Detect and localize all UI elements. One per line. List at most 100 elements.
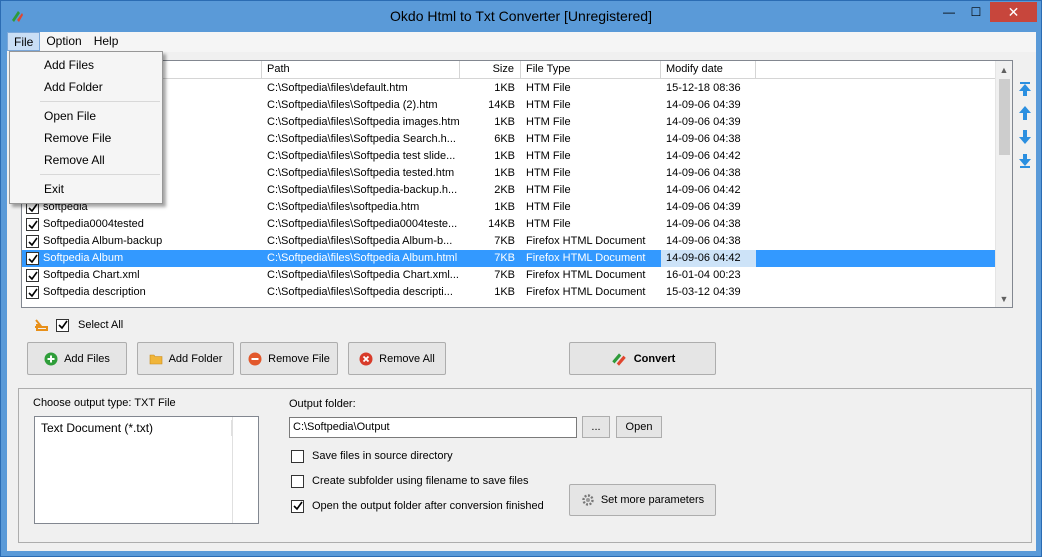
row-checkbox[interactable] (26, 218, 39, 231)
column-size[interactable]: Size (460, 61, 521, 79)
menu-item-add-folder[interactable]: Add Folder (12, 77, 160, 97)
add-folder-button[interactable]: Add Folder (137, 342, 234, 375)
select-all-row: Select All (32, 317, 123, 333)
move-down-icon[interactable] (1017, 129, 1033, 145)
table-row[interactable]: C:\Softpedia\files\Softpedia tested.htm 1… (22, 165, 997, 182)
menu-file[interactable]: File (7, 32, 41, 51)
table-row[interactable]: C:\Softpedia\files\Softpedia images.htm 1… (22, 114, 997, 131)
file-type-cell: Firefox HTML Document (526, 286, 646, 298)
remove-all-button[interactable]: Remove All (348, 342, 446, 375)
output-type-label: Choose output type: TXT File (33, 397, 176, 409)
file-size-cell: 2KB (494, 184, 515, 196)
menu-item-remove-file[interactable]: Remove File (12, 128, 160, 148)
table-row[interactable]: Softpedia Chart.xml C:\Softpedia\files\So… (22, 267, 997, 284)
file-path-cell: C:\Softpedia\files\Softpedia Search.h... (267, 133, 456, 145)
menu-item-remove-all[interactable]: Remove All (12, 150, 160, 170)
table-row[interactable]: Softpedia Album C:\Softpedia\files\Softpe… (22, 250, 997, 267)
minimize-button[interactable]: — (936, 2, 962, 22)
opt-source-directory-label: Save files in source directory (312, 450, 453, 462)
plus-icon (44, 352, 58, 365)
table-row[interactable]: C:\Softpedia\files\default.htm 1KB HTM Fil… (22, 80, 997, 97)
file-date-cell: 14-09-06 04:38 (666, 235, 741, 247)
convert-button[interactable]: Convert (569, 342, 716, 375)
opt-open-after[interactable]: Open the output folder after conversion … (291, 499, 544, 513)
window-title: Okdo Html to Txt Converter [Unregistered… (390, 8, 652, 24)
remove-file-button[interactable]: Remove File (240, 342, 338, 375)
file-path-cell: C:\Softpedia\files\Softpedia (2).htm (267, 99, 438, 111)
table-row[interactable]: softpedia C:\Softpedia\files\softpedia.ht… (22, 199, 997, 216)
row-checkbox[interactable] (26, 252, 39, 265)
file-size-cell: 1KB (494, 201, 515, 213)
file-date-cell: 14-09-06 04:42 (666, 184, 741, 196)
scroll-up-arrow[interactable]: ▲ (996, 62, 1012, 78)
move-top-icon[interactable] (1017, 81, 1033, 97)
file-name-cell: Softpedia0004tested (22, 216, 262, 233)
opt-source-directory[interactable]: Save files in source directory (291, 449, 453, 463)
app-window: Okdo Html to Txt Converter [Unregistered… (0, 0, 1042, 557)
row-checkbox[interactable] (26, 235, 39, 248)
opt-subfolder-checkbox[interactable] (291, 474, 304, 488)
file-type-cell: Firefox HTML Document (526, 269, 646, 281)
select-all-checkbox[interactable] (56, 318, 69, 332)
file-path-cell: C:\Softpedia\files\Softpedia Chart.xml..… (267, 269, 459, 281)
list-scrollbar[interactable]: ▲ ▼ (995, 61, 1012, 307)
file-path-cell: C:\Softpedia\files\Softpedia descripti..… (267, 286, 453, 298)
column-file-type[interactable]: File Type (521, 61, 661, 79)
close-button[interactable]: ✕ (990, 2, 1037, 22)
file-name-cell: Softpedia Album-backup (22, 233, 262, 250)
file-path-cell: C:\Softpedia\files\Softpedia images.htm (267, 116, 460, 128)
title-bar: Okdo Html to Txt Converter [Unregistered… (1, 1, 1041, 32)
list-header: Path Size File Type Modify date (22, 61, 997, 79)
output-type-item[interactable]: Text Document (*.txt) (37, 420, 232, 436)
file-name: Softpedia description (43, 286, 146, 298)
browse-button[interactable]: ... (582, 416, 610, 438)
table-row[interactable]: C:\Softpedia\files\Softpedia Search.h...… (22, 131, 997, 148)
file-type-cell: HTM File (526, 116, 571, 128)
menu-item-add-files[interactable]: Add Files (12, 55, 160, 75)
table-row[interactable]: Softpedia description C:\Softpedia\files\… (22, 284, 997, 301)
move-up-icon[interactable] (1017, 105, 1033, 121)
column-path[interactable]: Path (262, 61, 460, 79)
menu-option[interactable]: Option (40, 32, 87, 51)
table-row[interactable]: C:\Softpedia\files\Softpedia-backup.h...… (22, 182, 997, 199)
opt-open-after-checkbox[interactable] (291, 499, 304, 513)
file-size-cell: 14KB (488, 99, 515, 111)
file-name: Softpedia Album (43, 252, 124, 264)
open-folder-button[interactable]: Open (616, 416, 662, 438)
set-more-parameters-button[interactable]: Set more parameters (569, 484, 716, 516)
file-type-cell: HTM File (526, 201, 571, 213)
table-row[interactable]: C:\Softpedia\files\Softpedia (2).htm 14KB… (22, 97, 997, 114)
menu-item-exit[interactable]: Exit (12, 179, 160, 199)
convert-label: Convert (633, 352, 676, 365)
up-level-icon[interactable] (32, 318, 48, 332)
menu-item-open-file[interactable]: Open File (12, 106, 160, 126)
file-size-cell: 7KB (494, 269, 515, 281)
scroll-down-arrow[interactable]: ▼ (996, 291, 1012, 307)
minus-icon (248, 352, 262, 365)
file-path-cell: C:\Softpedia\files\Softpedia Album.html (267, 252, 458, 264)
row-checkbox[interactable] (26, 286, 39, 299)
table-row[interactable]: C:\Softpedia\files\Softpedia test slide.… (22, 148, 997, 165)
folder-icon (149, 354, 162, 364)
scroll-thumb[interactable] (999, 79, 1010, 155)
file-size-cell: 14KB (488, 218, 515, 230)
maximize-button[interactable]: ☐ (963, 2, 989, 22)
table-row[interactable]: Softpedia0004tested C:\Softpedia\files\So… (22, 216, 997, 233)
file-name-cell: Softpedia Album (22, 250, 262, 267)
file-list[interactable]: Path Size File Type Modify date C:\Softp… (21, 60, 1013, 308)
output-type-list[interactable]: Text Document (*.txt) (34, 416, 259, 524)
output-folder-input[interactable]: C:\Softpedia\Output (289, 417, 577, 438)
move-bottom-icon[interactable] (1017, 153, 1033, 169)
column-modify-date[interactable]: Modify date (661, 61, 756, 79)
file-date-cell: 14-09-06 04:38 (666, 133, 741, 145)
remove-all-label: Remove All (379, 352, 435, 365)
menu-help[interactable]: Help (88, 32, 125, 51)
file-date-cell: 15-12-18 08:36 (666, 82, 741, 94)
opt-subfolder[interactable]: Create subfolder using filename to save … (291, 474, 528, 488)
add-files-button[interactable]: Add Files (27, 342, 127, 375)
table-row[interactable]: Softpedia Album-backup C:\Softpedia\files… (22, 233, 997, 250)
client-area: File Option Help Path Size File Type Mod… (7, 32, 1036, 551)
row-checkbox[interactable] (26, 269, 39, 282)
remove-all-icon (359, 352, 373, 365)
opt-source-directory-checkbox[interactable] (291, 449, 304, 463)
